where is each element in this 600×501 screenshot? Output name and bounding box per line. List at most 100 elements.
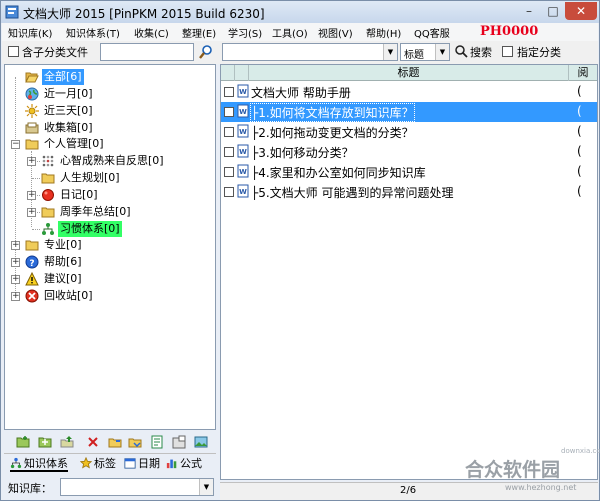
search-icon[interactable] [454,44,468,58]
table-row[interactable]: W 文档大师 帮助手册 ( [221,82,597,102]
row-title: 文档大师 帮助手册 [251,86,351,100]
include-subcategory-checkbox[interactable] [8,46,19,57]
tree-node-label: 个人管理[0] [44,137,104,150]
keyword-combobox[interactable]: ▼ [222,43,398,61]
row-title: ├1.如何将文档存放到知识库？ [250,103,415,122]
svg-text:W: W [239,128,247,136]
menu-knowledge-system[interactable]: 知识体系(T) [66,25,120,40]
chevron-down-icon[interactable]: ▼ [435,44,449,60]
row-checkbox[interactable] [224,147,234,157]
row-checkbox[interactable] [224,87,234,97]
document-icon[interactable] [150,435,164,449]
close-button[interactable]: ✕ [565,2,597,20]
hierarchy-icon [42,223,54,235]
category-filter-input[interactable] [100,43,194,61]
svg-text:W: W [239,148,247,156]
word-document-icon: W [237,144,249,158]
tab-formula[interactable]: 公式 [166,456,202,472]
table-row[interactable]: W ├5.文档大师 可能遇到的异常问题处理 ( [221,182,597,202]
menu-help[interactable]: 帮助(H) [366,25,401,40]
expand-toggle[interactable]: + [11,258,20,267]
watermark-url: www.hezhong.net [505,483,577,492]
knowledge-base-combobox[interactable]: ▼ [60,478,214,496]
image-icon[interactable] [194,435,208,449]
include-subcategory-label: 含子分类文件 [22,46,88,59]
row-checkbox[interactable] [224,187,234,197]
menu-learn[interactable]: 学习(S) [228,25,262,40]
properties-icon[interactable] [172,435,186,449]
specify-category-checkbox[interactable] [502,46,513,57]
header-check-column[interactable] [221,65,235,81]
new-subcategory-icon[interactable] [38,435,52,449]
row-read-count: ( [577,84,582,98]
folder-icon [25,139,39,150]
search-button[interactable]: 搜索 [470,44,492,60]
tab-date[interactable]: 日期 [124,456,160,472]
tree-node-label: 收集箱[0] [44,121,93,134]
row-read-count: ( [577,104,582,118]
row-read-count: ( [577,124,582,138]
svg-text:W: W [239,108,247,116]
row-title: ├4.家里和办公室如何同步知识库 [251,166,426,180]
word-document-icon: W [237,184,249,198]
menu-bar: 知识库(K) 知识体系(T) 收集(C) 整理(E) 学习(S) 工具(O) 视… [2,23,598,41]
export-icon[interactable] [128,435,142,449]
tree-node-label: 近一月[0] [44,87,93,100]
import-icon[interactable] [108,435,122,449]
maximize-button[interactable]: □ [541,2,565,20]
knowledge-base-selector: 知识库： ▼ [4,477,216,497]
title-bar: 文档大师 2015 [PinPKM 2015 Build 6230] – □ ✕ [1,1,599,23]
page-indicator: 2/6 [400,485,417,496]
word-document-icon: W [237,124,249,138]
tab-label: 公式 [180,457,202,470]
tree-toolbar [4,433,216,453]
header-title-column[interactable]: 标题 [249,65,569,81]
menu-view[interactable]: 视图(V) [318,25,353,40]
table-row[interactable]: W ├4.家里和办公室如何同步知识库 ( [221,162,597,182]
menu-organize[interactable]: 整理(E) [182,25,216,40]
expand-toggle[interactable]: + [11,275,20,284]
row-title: ├3.如何移动分类？ [251,146,354,160]
search-field-combobox[interactable]: 标题 ▼ [400,43,450,61]
expand-toggle[interactable]: + [11,292,20,301]
menu-collect[interactable]: 收集(C) [134,25,169,40]
tree-node-label: 回收站[0] [44,289,93,302]
expand-toggle[interactable]: + [27,157,36,166]
collapse-toggle[interactable]: − [11,140,20,149]
minimize-button[interactable]: – [517,2,541,20]
user-code: PH0000 [480,24,539,39]
search-icon[interactable] [198,44,214,60]
header-read-column[interactable]: 阅 [569,65,597,81]
expand-toggle[interactable]: + [27,191,36,200]
tree-guide-line [32,178,40,179]
row-checkbox[interactable] [224,127,234,137]
new-category-icon[interactable] [16,435,30,449]
warning-icon [25,272,39,286]
menu-qq-service[interactable]: QQ客服 [414,25,450,40]
tab-label: 日期 [138,457,160,470]
delete-icon[interactable] [86,435,100,449]
row-checkbox[interactable] [224,107,234,117]
chevron-down-icon[interactable]: ▼ [383,44,397,60]
menu-knowledge-base[interactable]: 知识库(K) [8,25,52,40]
chevron-down-icon[interactable]: ▼ [199,479,213,495]
table-row[interactable]: W ├3.如何移动分类？ ( [221,142,597,162]
knowledge-tree[interactable]: 全部[6] 近一月[0] 近三天[0] 收集箱[0] − 个人管理[0] + 心… [4,64,216,430]
expand-toggle[interactable]: + [11,241,20,250]
move-up-icon[interactable] [60,435,74,449]
table-row[interactable]: W ├1.如何将文档存放到知识库？ ( [221,102,597,122]
watermark-tag: downxia.com [561,447,600,455]
tab-tags[interactable]: 标签 [80,456,116,472]
menu-tools[interactable]: 工具(O) [272,25,308,40]
watermark: downxia.com 合众软件园 www.hezhong.net [465,447,600,499]
watermark-name: 合众软件园 [465,459,561,481]
header-icon-column[interactable] [235,65,249,81]
document-list[interactable]: 标题 阅 W 文档大师 帮助手册 ( W ├1.如何将文档存放到知识库？ ( W… [220,64,598,480]
tab-knowledge-system[interactable]: 知识体系 [10,456,68,472]
hierarchy-icon [10,457,22,469]
row-checkbox[interactable] [224,167,234,177]
table-row[interactable]: W ├2.如何拖动变更文档的分类？ ( [221,122,597,142]
left-tab-bar: 知识体系 标签 日期 公式 [4,453,216,473]
expand-toggle[interactable]: + [27,208,36,217]
app-window: 文档大师 2015 [PinPKM 2015 Build 6230] – □ ✕… [0,0,600,501]
